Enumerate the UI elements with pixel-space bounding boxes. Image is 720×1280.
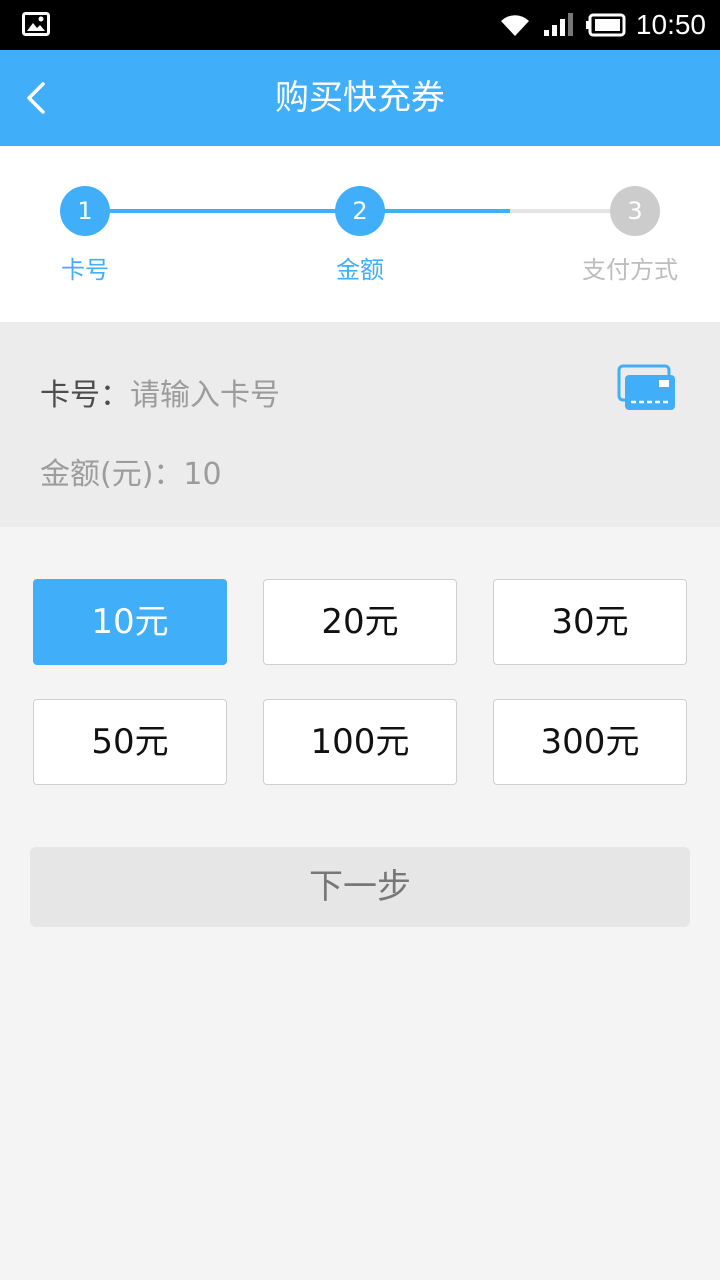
step-line-done xyxy=(85,209,510,213)
app-header: 购买快充券 xyxy=(0,50,720,146)
step-3-label: 支付方式 xyxy=(582,256,678,284)
amount-option-10[interactable]: 10元 xyxy=(33,579,227,665)
amount-option-30[interactable]: 30元 xyxy=(493,579,687,665)
step-3-circle: 3 xyxy=(610,186,660,236)
card-number-row[interactable]: 卡号：请输入卡号 xyxy=(40,370,280,414)
card-number-label: 卡号： xyxy=(40,378,130,413)
image-icon xyxy=(22,12,50,36)
signal-icon xyxy=(543,13,573,36)
wifi-icon xyxy=(500,15,529,37)
amount-option-50[interactable]: 50元 xyxy=(33,699,227,785)
status-icons: 10:50 xyxy=(498,0,706,50)
amount-option-20[interactable]: 20元 xyxy=(263,579,457,665)
amount-label: 金额(元)： xyxy=(40,457,184,492)
step-2-label: 金额 xyxy=(336,256,384,284)
order-info-panel xyxy=(0,322,720,527)
amount-option-300[interactable]: 300元 xyxy=(493,699,687,785)
amount-row: 金额(元)：10 xyxy=(40,449,222,493)
status-bar: 10:50 xyxy=(0,0,720,50)
amount-option-100[interactable]: 100元 xyxy=(263,699,457,785)
next-step-button[interactable]: 下一步 xyxy=(30,847,690,927)
step-1-label: 卡号 xyxy=(61,256,109,284)
page-title: 购买快充券 xyxy=(275,78,445,118)
clock: 10:50 xyxy=(635,9,706,40)
card-number-input[interactable]: 请输入卡号 xyxy=(130,378,280,413)
card-icon[interactable] xyxy=(617,364,677,412)
amount-value: 10 xyxy=(183,457,222,492)
step-1-circle: 1 xyxy=(60,186,110,236)
battery-icon xyxy=(585,13,626,37)
step-2-circle: 2 xyxy=(335,186,385,236)
